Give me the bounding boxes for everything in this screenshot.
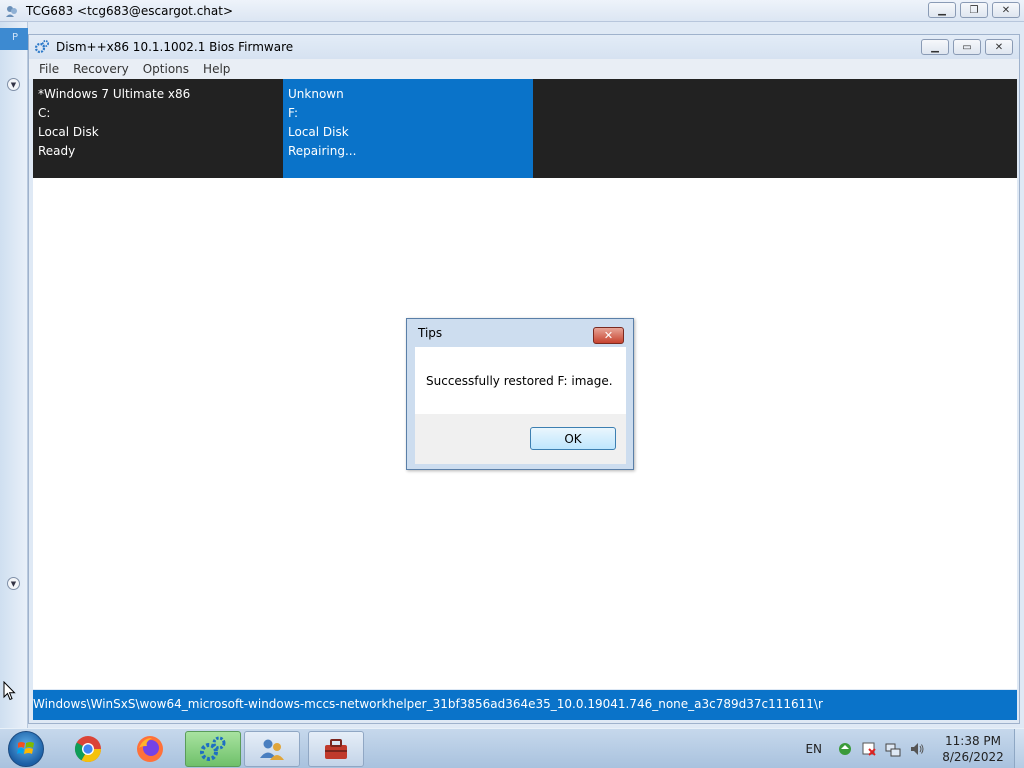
mouse-cursor-icon xyxy=(3,680,17,704)
clock-time: 11:38 PM xyxy=(945,734,1001,748)
drive-status: Ready xyxy=(38,144,76,158)
drive-type: Local Disk xyxy=(288,125,349,139)
messenger-users-icon xyxy=(260,739,284,760)
menu-bar: File Recovery Options Help xyxy=(29,59,1019,79)
start-button[interactable] xyxy=(8,731,44,767)
dialog-footer: OK xyxy=(415,414,626,464)
toolbox-icon xyxy=(325,739,347,759)
network-icon[interactable] xyxy=(884,740,902,758)
system-tray: EN 11:38 PM 8/26/2022 xyxy=(805,729,1024,768)
volume-icon[interactable] xyxy=(908,740,926,758)
drive-letter: C: xyxy=(38,106,51,120)
chrome-taskbar-button[interactable] xyxy=(60,731,116,767)
outer-left-pane: P ▼ ▼ xyxy=(0,22,28,728)
tips-dialog: Tips ✕ Successfully restored F: image. O… xyxy=(406,318,634,470)
outer-window-titlebar: TCG683 <tcg683@escargot.chat> ▁ ❐ ✕ xyxy=(0,0,1024,22)
drive-tile-f[interactable]: Unknown F: Local Disk Repairing... xyxy=(283,79,533,178)
dism-gears-icon xyxy=(200,736,226,761)
messenger-taskbar-button[interactable] xyxy=(244,731,300,767)
drive-status: Repairing... xyxy=(288,144,357,158)
chevron-down-icon[interactable]: ▼ xyxy=(7,577,20,590)
menu-recovery[interactable]: Recovery xyxy=(73,62,129,76)
left-tab[interactable]: P xyxy=(0,28,28,50)
show-desktop-button[interactable] xyxy=(1014,729,1024,768)
dism-taskbar-button[interactable] xyxy=(185,731,241,767)
close-button[interactable]: ✕ xyxy=(992,2,1020,18)
messenger-icon xyxy=(4,3,20,19)
drive-name: *Windows 7 Ultimate x86 xyxy=(38,87,191,101)
chevron-down-icon[interactable]: ▼ xyxy=(7,78,20,91)
minimize-button[interactable]: ▁ xyxy=(921,39,949,55)
outer-window-title: TCG683 <tcg683@escargot.chat> xyxy=(26,3,234,18)
toolbox-taskbar-button[interactable] xyxy=(308,731,364,767)
menu-options[interactable]: Options xyxy=(143,62,189,76)
status-bar: Windows\WinSxS\wow64_microsoft-windows-m… xyxy=(33,690,1017,720)
drive-selector: *Windows 7 Ultimate x86 C: Local Disk Re… xyxy=(33,79,1017,178)
chrome-icon xyxy=(74,736,102,763)
drive-tile-c[interactable]: *Windows 7 Ultimate x86 C: Local Disk Re… xyxy=(33,79,283,178)
drive-name: Unknown xyxy=(288,87,344,101)
menu-file[interactable]: File xyxy=(39,62,59,76)
dialog-close-button[interactable]: ✕ xyxy=(593,327,624,344)
ok-button[interactable]: OK xyxy=(530,427,616,450)
dism-window-title: Dism++x86 10.1.1002.1 Bios Firmware xyxy=(56,40,294,54)
restore-button[interactable]: ❐ xyxy=(960,2,988,18)
close-button[interactable]: ✕ xyxy=(985,39,1013,55)
dism-titlebar: Dism++x86 10.1.1002.1 Bios Firmware ▁ ▭ … xyxy=(29,35,1019,59)
clock[interactable]: 11:38 PM 8/26/2022 xyxy=(938,733,1008,765)
maximize-button[interactable]: ▭ xyxy=(953,39,981,55)
taskbar: EN 11:38 PM 8/26/2022 xyxy=(0,728,1024,768)
firefox-taskbar-button[interactable] xyxy=(122,731,178,767)
clock-date: 8/26/2022 xyxy=(942,750,1004,764)
language-indicator[interactable]: EN xyxy=(805,742,822,756)
drive-letter: F: xyxy=(288,106,299,120)
drive-type: Local Disk xyxy=(38,125,99,139)
windows-logo-icon xyxy=(17,742,34,754)
dialog-message: Successfully restored F: image. xyxy=(415,347,626,414)
update-icon[interactable] xyxy=(836,740,854,758)
minimize-button[interactable]: ▁ xyxy=(928,2,956,18)
gears-icon xyxy=(34,39,50,55)
menu-help[interactable]: Help xyxy=(203,62,230,76)
action-center-icon[interactable] xyxy=(860,740,878,758)
firefox-icon xyxy=(137,736,163,762)
